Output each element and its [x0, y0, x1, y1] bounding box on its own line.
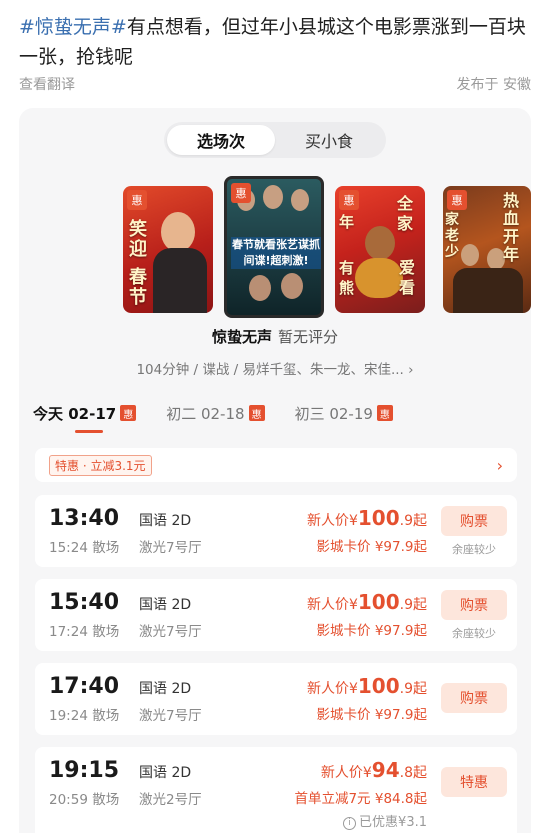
discount-badge: 惠	[127, 190, 147, 210]
poster-text: 年	[339, 213, 355, 231]
showtime-language: 国语 2D	[139, 765, 192, 781]
date-label: 初三 02-19	[294, 404, 373, 423]
poster-caption: 春节就看张艺谋抓间谍!超刺激!	[231, 237, 321, 269]
showtime-row[interactable]: 17:40 19:24 散场 国语 2D 激光7号厅 新人价¥100.9起 影城…	[35, 663, 517, 735]
showtime-start: 19:15	[49, 758, 120, 783]
price-suffix: .8起	[399, 765, 427, 781]
showtime-hall: 激光7号厅	[139, 624, 202, 640]
date-label: 今天 02-17	[33, 404, 117, 423]
buy-ticket-button[interactable]: 购票	[441, 590, 507, 620]
discount-badge: 惠	[447, 190, 467, 210]
tab-select-session[interactable]: 选场次	[167, 125, 275, 155]
info-icon: i	[343, 817, 357, 830]
poster-text: 全家	[397, 194, 414, 233]
showtime-row[interactable]: 19:15 20:59 散场 国语 2D 激光2号厅 新人价¥94.8起 首单立…	[35, 747, 517, 833]
showtime-hall: 激光7号厅	[139, 708, 202, 724]
showtime-card-price: 影城卡价 ¥97.9起	[316, 623, 427, 639]
movie-title-row: 惊蛰无声 暂无评分	[19, 326, 531, 347]
showtime-start: 17:40	[49, 674, 120, 699]
discount-badge: 惠	[231, 183, 251, 203]
showtime-card-price: 影城卡价 ¥97.9起	[316, 707, 427, 723]
poster-text: 爱看	[399, 258, 416, 297]
showtime-language: 国语 2D	[139, 513, 192, 529]
showtime-hall: 激光2号厅	[139, 792, 202, 808]
poster-2-selected[interactable]: 惠 春节就看张艺谋抓间谍!超刺激!	[224, 176, 324, 318]
showtime-hall: 激光7号厅	[139, 540, 202, 556]
poster-4[interactable]: 惠 热血开年 家老少	[443, 186, 531, 313]
showtime-end: 20:59 散场	[49, 792, 120, 808]
showtime-language: 国语 2D	[139, 681, 192, 697]
segment-control: 选场次 买小食	[164, 122, 386, 158]
price-label: 新人价¥	[320, 765, 372, 781]
buy-ticket-button[interactable]: 购票	[441, 683, 507, 713]
poster-1[interactable]: 惠 笑迎 春节	[123, 186, 213, 313]
price-value: 100	[357, 506, 400, 530]
showtime-start: 15:40	[49, 590, 120, 615]
price-suffix: .9起	[399, 513, 427, 529]
showtime-row[interactable]: 13:40 15:24 散场 国语 2D 激光7号厅 新人价¥100.9起 影城…	[35, 495, 517, 567]
showtime-price: 新人价¥100.9起	[307, 674, 427, 698]
price-suffix: .9起	[399, 597, 427, 613]
showtime-first-order-price: 首单立减7元 ¥84.8起	[294, 791, 427, 807]
promo-bar[interactable]: 特惠 · 立减3.1元 ›	[35, 448, 517, 482]
seats-status: 余座较少	[452, 627, 496, 640]
poster-carousel: 惠 笑迎 春节 惠 春节就看张艺谋抓间谍!超刺激! 惠 全家 爱看 年 有熊 惠…	[19, 176, 531, 318]
chevron-right-icon: ›	[496, 455, 503, 475]
date-tab-today[interactable]: 今天 02-17 惠	[33, 398, 137, 428]
discount-badge: 惠	[376, 405, 393, 421]
poster-text: 家老少	[445, 212, 459, 260]
poster-3[interactable]: 惠 全家 爱看 年 有熊	[335, 186, 425, 313]
published-location: 发布于 安徽	[456, 77, 531, 93]
poster-text: 热血开年	[503, 191, 520, 264]
showtime-price: 新人价¥94.8起	[321, 758, 427, 782]
price-value: 94	[371, 758, 400, 782]
price-value: 100	[357, 674, 400, 698]
discount-badge: 惠	[248, 405, 265, 421]
discount-text: 已优惠¥3.1	[359, 815, 427, 830]
ticket-app: 选场次 买小食 惠 笑迎 春节 惠 春节就看张艺谋抓间谍!超刺激! 惠 全家 爱…	[19, 108, 531, 833]
poster-text: 有熊	[339, 259, 355, 297]
showtime-start: 13:40	[49, 506, 120, 531]
discount-ticket-button[interactable]: 特惠	[441, 767, 507, 797]
chevron-right-icon: ›	[408, 362, 414, 378]
showtime-row[interactable]: 15:40 17:24 散场 国语 2D 激光7号厅 新人价¥100.9起 影城…	[35, 579, 517, 651]
poster-text: 春节	[129, 267, 147, 308]
showtime-price: 新人价¥100.9起	[307, 590, 427, 614]
post-text: #惊蛰无声#有点想看，但过年小县城这个电影票涨到一百块一张，抢钱呢	[19, 12, 539, 72]
showtime-end: 15:24 散场	[49, 540, 120, 556]
discount-badge: 惠	[120, 405, 137, 421]
movie-info[interactable]: 104分钟 / 谍战 / 易烊千玺、朱一龙、宋佳... ›	[19, 358, 531, 378]
showtime-end: 17:24 散场	[49, 624, 120, 640]
promo-label: 特惠 · 立减3.1元	[49, 454, 152, 476]
discount-applied: i 已优惠¥3.1	[343, 811, 427, 830]
seats-status: 余座较少	[452, 543, 496, 556]
date-tab-indicator	[75, 430, 103, 433]
tab-buy-snacks[interactable]: 买小食	[275, 125, 383, 155]
showtime-card-price: 影城卡价 ¥97.9起	[316, 539, 427, 555]
date-tab-0219[interactable]: 初三 02-19 惠	[295, 398, 393, 428]
date-tab-0218[interactable]: 初二 02-18 惠	[166, 398, 265, 428]
price-label: 新人价¥	[306, 681, 358, 697]
post-meta: 查看翻译 发布于 安徽	[19, 74, 531, 94]
date-tabs: 今天 02-17 惠 初二 02-18 惠 初三 02-19 惠	[33, 398, 523, 428]
price-label: 新人价¥	[306, 597, 358, 613]
buy-ticket-button[interactable]: 购票	[441, 506, 507, 536]
movie-name: 惊蛰无声	[211, 328, 272, 346]
price-label: 新人价¥	[306, 513, 358, 529]
poster-text: 笑迎	[129, 219, 147, 260]
movie-info-text: 104分钟 / 谍战 / 易烊千玺、朱一龙、宋佳...	[136, 362, 404, 378]
movie-score: 暂无评分	[278, 328, 339, 346]
price-value: 100	[357, 590, 400, 614]
translate-link[interactable]: 查看翻译	[19, 74, 75, 94]
showtime-price: 新人价¥100.9起	[307, 506, 427, 530]
showtime-language: 国语 2D	[139, 597, 192, 613]
showtime-end: 19:24 散场	[49, 708, 120, 724]
post-hashtag[interactable]: #惊蛰无声#	[19, 16, 127, 38]
discount-badge: 惠	[339, 190, 359, 210]
price-suffix: .9起	[399, 681, 427, 697]
date-label: 初二 02-18	[166, 404, 245, 423]
